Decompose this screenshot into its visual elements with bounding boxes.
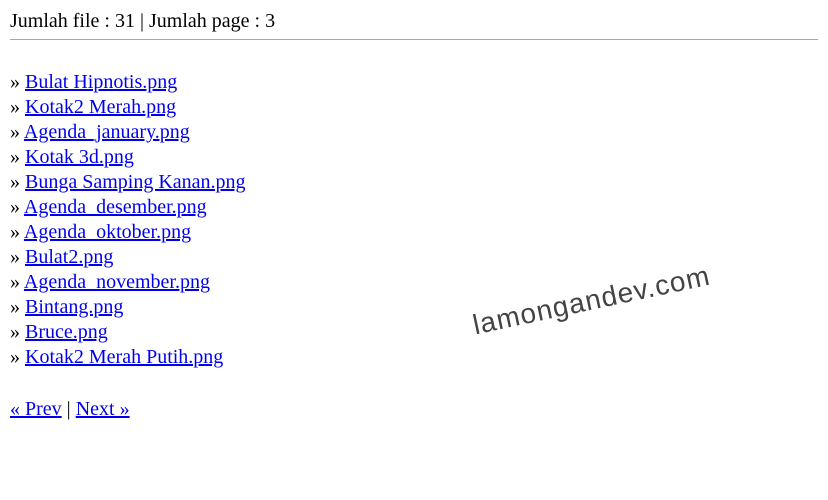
list-item: » Bulat2.png (10, 245, 818, 270)
bullet: » (10, 71, 25, 93)
file-link[interactable]: Bintang.png (25, 296, 123, 318)
bullet: » (10, 96, 25, 118)
file-link[interactable]: Bunga Samping Kanan.png (25, 171, 246, 193)
next-link[interactable]: Next » (76, 398, 130, 420)
divider (10, 39, 818, 40)
prev-link[interactable]: « Prev (10, 398, 62, 420)
file-link[interactable]: Bulat Hipnotis.png (25, 71, 177, 93)
bullet: » (10, 196, 24, 218)
bullet: » (10, 246, 25, 268)
pagination-separator: | (62, 398, 76, 420)
list-item: » Kotak 3d.png (10, 145, 818, 170)
file-link[interactable]: Agenda_november.png (24, 271, 210, 293)
file-link[interactable]: Agenda_desember.png (24, 196, 207, 218)
file-list: » Bulat Hipnotis.png » Kotak2 Merah.png … (10, 70, 818, 370)
bullet: » (10, 171, 25, 193)
bullet: » (10, 121, 24, 143)
file-link[interactable]: Kotak2 Merah.png (25, 96, 176, 118)
file-link[interactable]: Bulat2.png (25, 246, 113, 268)
file-link[interactable]: Agenda_oktober.png (24, 221, 191, 243)
pagination: « Prev | Next » (10, 398, 818, 421)
bullet: » (10, 146, 25, 168)
list-item: » Agenda_november.png (10, 270, 818, 295)
bullet: » (10, 271, 24, 293)
list-item: » Bunga Samping Kanan.png (10, 170, 818, 195)
list-item: » Kotak2 Merah.png (10, 95, 818, 120)
file-link[interactable]: Agenda_january.png (24, 121, 190, 143)
file-link[interactable]: Kotak 3d.png (25, 146, 134, 168)
list-item: » Agenda_oktober.png (10, 220, 818, 245)
list-item: » Bruce.png (10, 320, 818, 345)
list-item: » Kotak2 Merah Putih.png (10, 345, 818, 370)
bullet: » (10, 321, 25, 343)
bullet: » (10, 346, 25, 368)
bullet: » (10, 296, 25, 318)
list-item: » Bintang.png (10, 295, 818, 320)
page-summary: Jumlah file : 31 | Jumlah page : 3 (10, 10, 818, 33)
list-item: » Agenda_desember.png (10, 195, 818, 220)
file-link[interactable]: Bruce.png (25, 321, 108, 343)
file-link[interactable]: Kotak2 Merah Putih.png (25, 346, 223, 368)
bullet: » (10, 221, 24, 243)
list-item: » Bulat Hipnotis.png (10, 70, 818, 95)
list-item: » Agenda_january.png (10, 120, 818, 145)
